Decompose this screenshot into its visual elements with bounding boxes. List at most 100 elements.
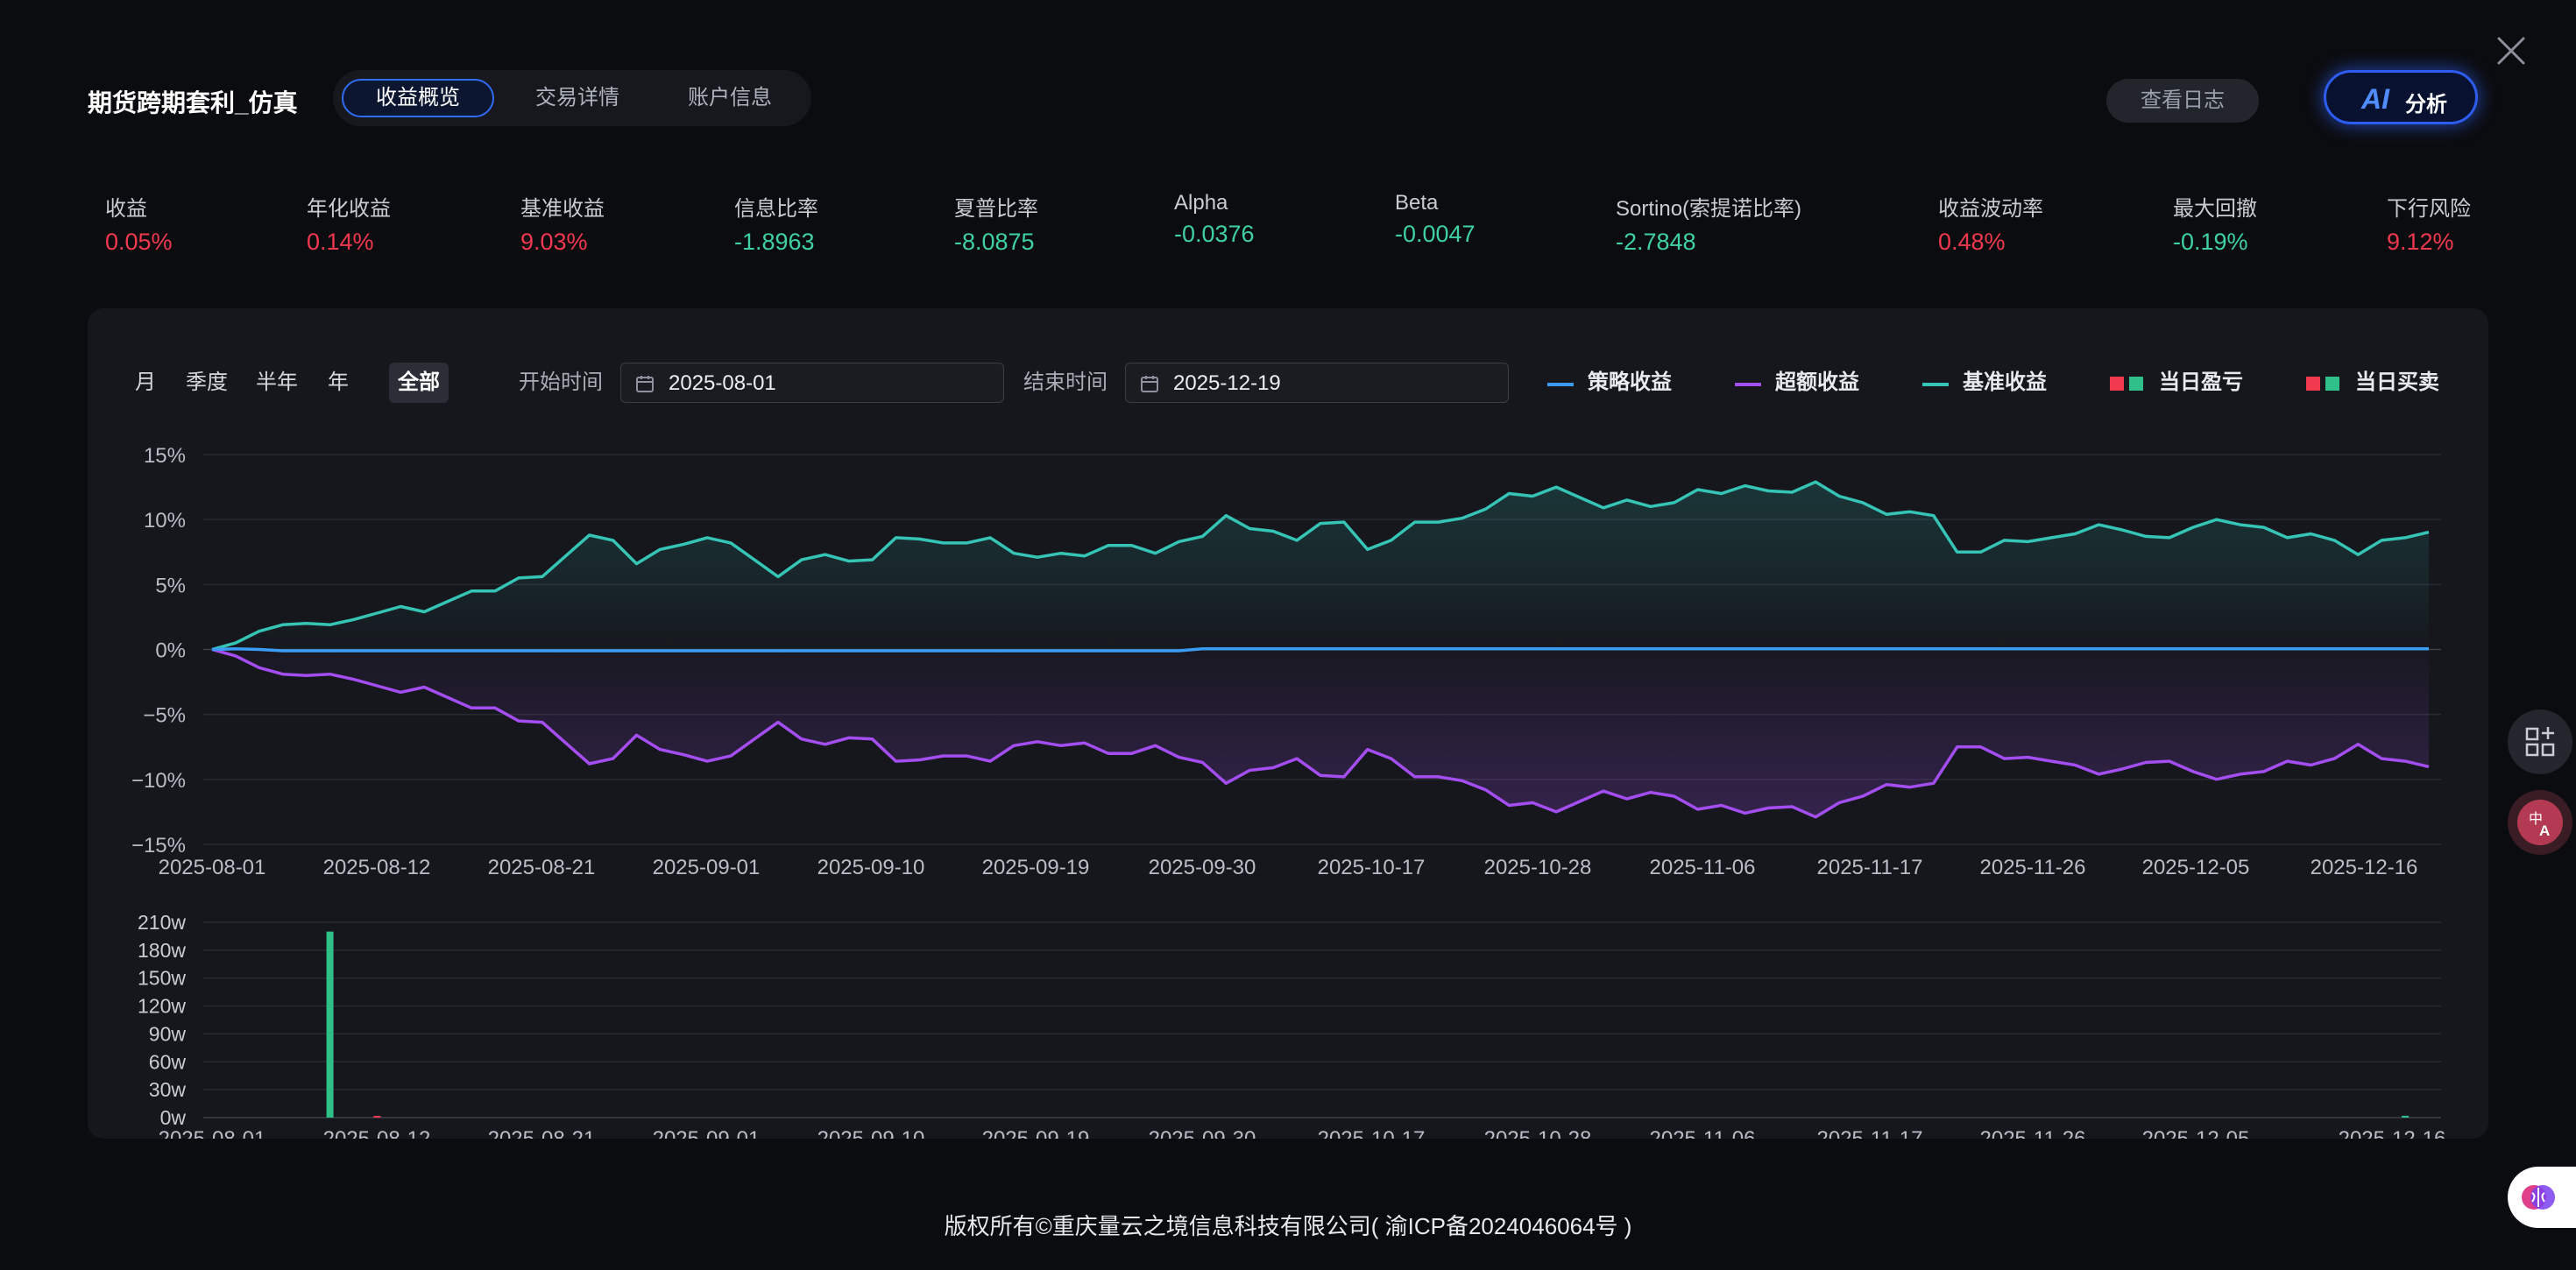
stat-label: 年化收益 bbox=[307, 197, 391, 221]
y-tick-label: 30w bbox=[149, 1078, 187, 1101]
stat-label: 夏普比率 bbox=[954, 197, 1038, 221]
stat-label: Sortino(索提诺比率) bbox=[1616, 197, 1802, 221]
x-tick-label: 2025-11-26 bbox=[1980, 1127, 2086, 1139]
stat-alpha: Alpha -0.0376 bbox=[1174, 191, 1255, 248]
x-tick-label: 2025-08-01 bbox=[159, 856, 266, 879]
x-tick-label: 2025-12-05 bbox=[2142, 856, 2250, 879]
y-tick-label: 15% bbox=[144, 444, 186, 468]
view-log-button[interactable]: 查看日志 bbox=[2106, 79, 2259, 123]
y-tick-label: −15% bbox=[131, 834, 186, 857]
tab-bar: 收益概览 交易详情 账户信息 bbox=[333, 70, 811, 126]
x-tick-label: 2025-10-17 bbox=[1318, 1127, 1426, 1139]
close-icon[interactable] bbox=[2492, 32, 2530, 70]
x-tick-label: 2025-08-12 bbox=[323, 856, 431, 879]
y-tick-label: 210w bbox=[138, 911, 186, 934]
y-tick-label: 120w bbox=[138, 995, 186, 1018]
stat-value: -0.0376 bbox=[1174, 221, 1255, 247]
stat-label: Beta bbox=[1395, 191, 1439, 215]
x-tick-label: 2025-09-19 bbox=[982, 1127, 1090, 1139]
x-tick-label: 2025-08-21 bbox=[488, 1127, 596, 1139]
y-tick-label: 60w bbox=[149, 1050, 187, 1073]
x-tick-label: 2025-09-10 bbox=[817, 856, 925, 879]
y-tick-label: 5% bbox=[155, 574, 186, 597]
series-area bbox=[212, 649, 2429, 817]
stat-benchmark-return: 基准收益 9.03% bbox=[520, 191, 605, 256]
x-tick-label: 2025-09-19 bbox=[982, 856, 1090, 879]
stat-value: 0.48% bbox=[1938, 229, 2006, 255]
stat-max-drawdown: 最大回撤 -0.19% bbox=[2173, 191, 2257, 256]
line-chart-area: 15% 10% 5% 0% −5% −10% −15%2025-08-01 2025-08-1… bbox=[131, 444, 2441, 879]
y-tick-label: 0% bbox=[155, 639, 186, 663]
stat-volatility: 收益波动率 0.48% bbox=[1938, 191, 2043, 256]
x-tick-label: 2025-09-01 bbox=[653, 856, 761, 879]
stat-value: -0.0047 bbox=[1395, 221, 1476, 247]
x-tick-label: 2025-11-06 bbox=[1650, 1127, 1756, 1139]
stat-downside-risk: 下行风险 9.12% bbox=[2387, 191, 2471, 256]
ai-analysis-label: 分析 bbox=[2405, 93, 2447, 116]
ai-analysis-button[interactable]: AI 分析 bbox=[2324, 70, 2478, 124]
bar-chart-area: 210w 180w 150w 120w 90w 60w 30w 0w2025-08-01 202… bbox=[138, 911, 2445, 1139]
translate-icon: 中 A bbox=[2517, 800, 2563, 845]
stat-value: -1.8963 bbox=[734, 229, 815, 255]
x-tick-label: 2025-08-21 bbox=[488, 856, 596, 879]
stat-value: 9.03% bbox=[520, 229, 588, 255]
y-tick-label: 90w bbox=[149, 1022, 187, 1045]
svg-text:A: A bbox=[2539, 822, 2550, 839]
x-tick-label: 2025-08-01 bbox=[159, 1127, 266, 1139]
x-tick-label: 2025-09-30 bbox=[1149, 856, 1256, 879]
x-tick-label: 2025-12-16 bbox=[2339, 1127, 2446, 1139]
stat-value: -2.7848 bbox=[1616, 229, 1696, 255]
bar bbox=[373, 1116, 381, 1118]
y-tick-label: 0w bbox=[160, 1106, 187, 1129]
ai-badge: AI bbox=[2361, 83, 2389, 115]
apps-button[interactable] bbox=[2508, 709, 2572, 774]
stat-annual-return: 年化收益 0.14% bbox=[307, 191, 391, 256]
stat-label: 下行风险 bbox=[2387, 197, 2471, 221]
translate-button[interactable]: 中 A bbox=[2508, 790, 2572, 855]
stat-value: 0.14% bbox=[307, 229, 374, 255]
tab-account-info[interactable]: 账户信息 bbox=[654, 79, 806, 117]
stat-value: 9.12% bbox=[2387, 229, 2454, 255]
stat-label: 收益波动率 bbox=[1938, 197, 2043, 221]
stat-label: 收益 bbox=[105, 197, 147, 221]
x-tick-label: 2025-12-16 bbox=[2311, 856, 2418, 879]
x-tick-label: 2025-09-10 bbox=[817, 1127, 925, 1139]
chart-panel: 月 季度 半年 年 全部 开始时间 2025-08-01 结束时间 2025-1… bbox=[88, 308, 2488, 1139]
y-tick-label: 180w bbox=[138, 939, 186, 962]
x-tick-label: 2025-11-06 bbox=[1650, 856, 1756, 879]
x-tick-label: 2025-11-17 bbox=[1817, 856, 1923, 879]
tab-overview[interactable]: 收益概览 bbox=[342, 79, 494, 117]
x-tick-label: 2025-08-12 bbox=[323, 1127, 431, 1139]
stat-label: 信息比率 bbox=[734, 197, 818, 221]
tab-trade-details[interactable]: 交易详情 bbox=[501, 79, 654, 117]
y-tick-label: −5% bbox=[143, 704, 186, 728]
stat-label: Alpha bbox=[1174, 191, 1228, 215]
x-tick-label: 2025-09-01 bbox=[653, 1127, 761, 1139]
x-tick-label: 2025-10-17 bbox=[1318, 856, 1426, 879]
bar bbox=[2402, 1115, 2410, 1118]
y-tick-label: −10% bbox=[131, 769, 186, 793]
x-tick-label: 2025-11-26 bbox=[1980, 856, 2086, 879]
stat-beta: Beta -0.0047 bbox=[1395, 191, 1476, 248]
bar bbox=[326, 931, 334, 1118]
x-tick-label: 2025-09-30 bbox=[1149, 1127, 1256, 1139]
stat-sortino-ratio: Sortino(索提诺比率) -2.7848 bbox=[1616, 191, 1801, 256]
returns-chart: 15%10%5%0%−5%−10%−15%2025-08-01 2025-08-1… bbox=[131, 444, 2445, 1139]
stat-value: -0.19% bbox=[2173, 229, 2248, 255]
copyright-footer: 版权所有©重庆量云之境信息科技有限公司( 渝ICP备2024046064号 ) bbox=[944, 1213, 1632, 1239]
page-title: 期货跨期套利_仿真 bbox=[88, 89, 298, 116]
x-tick-label: 2025-10-28 bbox=[1484, 856, 1592, 879]
y-tick-label: 10% bbox=[144, 509, 186, 533]
stat-information-ratio: 信息比率 -1.8963 bbox=[734, 191, 818, 256]
series-area bbox=[212, 482, 2429, 650]
y-tick-label: 150w bbox=[138, 967, 186, 990]
stat-value: 0.05% bbox=[105, 229, 173, 255]
apps-icon bbox=[2525, 727, 2555, 757]
stat-sharpe-ratio: 夏普比率 -8.0875 bbox=[954, 191, 1038, 256]
x-tick-label: 2025-11-17 bbox=[1817, 1127, 1923, 1139]
stat-label: 最大回撤 bbox=[2173, 197, 2257, 221]
stat-label: 基准收益 bbox=[520, 197, 605, 221]
x-tick-label: 2025-12-05 bbox=[2142, 1127, 2250, 1139]
x-tick-label: 2025-10-28 bbox=[1484, 1127, 1592, 1139]
stat-value: -8.0875 bbox=[954, 229, 1035, 255]
